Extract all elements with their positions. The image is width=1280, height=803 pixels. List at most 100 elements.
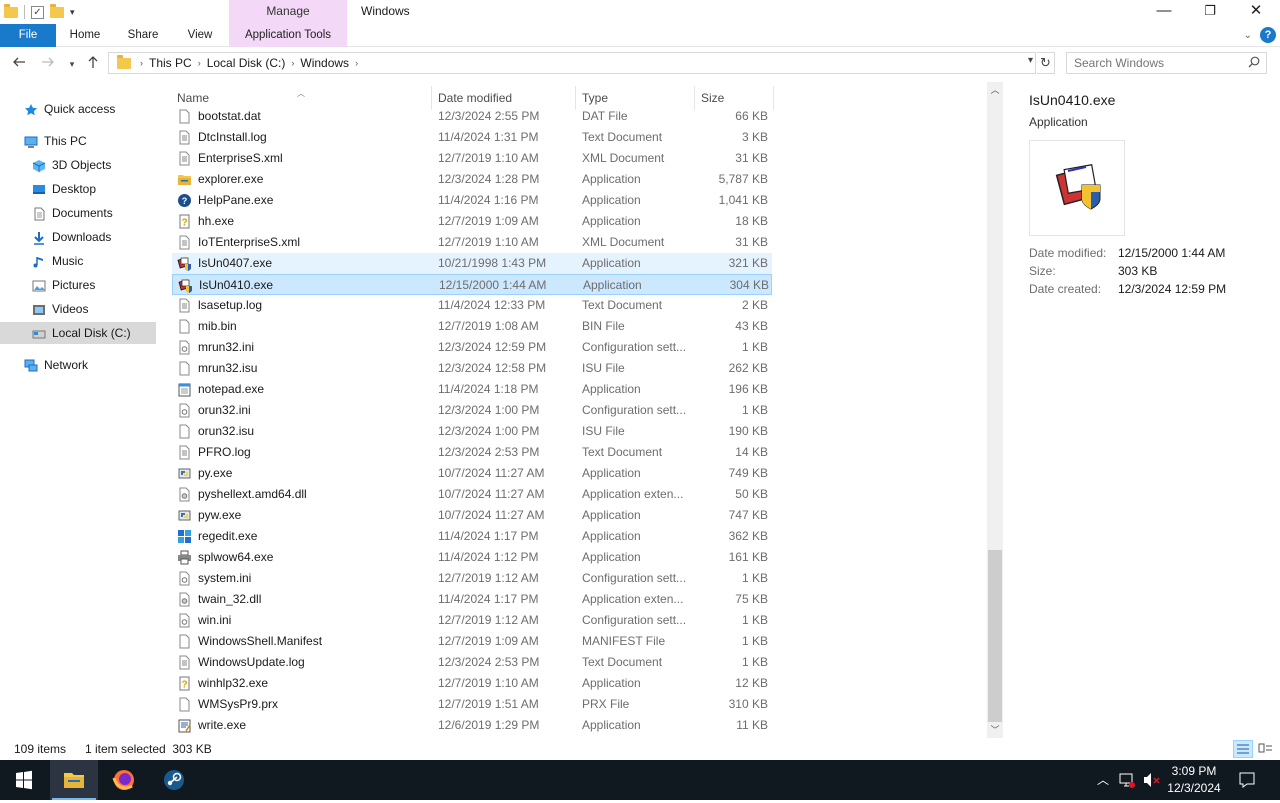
nav-item-music[interactable]: Music [32,250,83,272]
close-button[interactable]: ✕ [1233,0,1279,24]
breadcrumb-windows[interactable]: Windows [297,56,352,70]
chevron-right-icon[interactable]: › [352,58,361,68]
large-icons-view-button[interactable] [1256,740,1276,758]
nav-item-videos[interactable]: Videos [32,298,88,320]
file-row[interactable]: DtcInstall.log 11/4/2024 1:31 PM Text Docu… [172,127,772,148]
chevron-right-icon[interactable]: › [288,58,297,68]
nav-item-downloads[interactable]: Downloads [32,226,111,248]
file-row[interactable]: win.ini 12/7/2019 1:12 AM Configuration se… [172,610,772,631]
nav-item-this-pc[interactable]: This PC [24,130,87,152]
minimize-button[interactable]: — [1141,0,1187,24]
file-row[interactable]: orun32.ini 12/3/2024 1:00 PM Configuration… [172,400,772,421]
file-type: Configuration sett... [582,340,687,354]
text-file-icon [177,130,192,145]
file-row[interactable]: ? hh.exe 12/7/2019 1:09 AM Application 18 KB [172,211,772,232]
file-row[interactable]: py.exe 10/7/2024 11:27 AM Application 749 K… [172,463,772,484]
nav-item-network[interactable]: Network [24,354,88,376]
file-row[interactable]: IoTEnterpriseS.xml 12/7/2019 1:10 AM XML D… [172,232,772,253]
refresh-button[interactable]: ↻ [1037,52,1055,74]
recent-locations-button[interactable]: ▾ [62,54,82,74]
svg-text:?: ? [181,218,187,229]
file-name: mib.bin [198,319,237,333]
customize-toolbar-icon[interactable]: ▾ [70,7,75,18]
tab-share[interactable]: Share [116,24,170,47]
address-history-dropdown[interactable]: ▾ [1028,55,1033,66]
file-row[interactable]: mib.bin 12/7/2019 1:08 AM BIN File 43 KB [172,316,772,337]
nav-item-3d-objects[interactable]: 3D Objects [32,154,111,176]
tab-view[interactable]: View [174,24,226,47]
file-name: orun32.ini [198,403,251,417]
breadcrumb-this-pc[interactable]: This PC [146,56,195,70]
file-row[interactable]: regedit.exe 11/4/2024 1:17 PM Application 3… [172,526,772,547]
file-row[interactable]: system.ini 12/7/2019 1:12 AM Configuration… [172,568,772,589]
scrollbar-thumb[interactable] [988,550,1002,722]
file-row[interactable]: WMSysPr9.prx 12/7/2019 1:51 AM PRX File 310… [172,694,772,715]
preview-file-name: IsUn0410.exe [1029,92,1116,108]
file-row[interactable]: ? winhlp32.exe 12/7/2019 1:10 AM Applicatio… [172,673,772,694]
nav-item-quick-access[interactable]: Quick access [24,98,115,120]
address-bar[interactable]: › This PC › Local Disk (C:) › Windows › … [108,52,1036,74]
prop-value-date-modified: 12/15/2000 1:44 AM [1118,246,1226,260]
file-row[interactable]: ? HelpPane.exe 11/4/2024 1:16 PM Applicatio… [172,190,772,211]
chevron-right-icon[interactable]: › [137,58,146,68]
chevron-right-icon[interactable]: › [195,58,204,68]
file-row[interactable]: pyshellext.amd64.dll 10/7/2024 11:27 AM Ap… [172,484,772,505]
network-status-button[interactable] [1116,760,1138,800]
nav-item-documents[interactable]: Documents [32,202,113,224]
show-hidden-icons-button[interactable]: ︿ [1094,760,1112,800]
help-icon[interactable]: ? [1260,27,1276,43]
clock[interactable]: 3:09 PM 12/3/2024 [1166,763,1222,797]
file-row[interactable]: IsUn0407.exe 10/21/1998 1:43 PM Applicatio… [172,253,772,274]
nav-item-local-disk-c[interactable]: Local Disk (C:) [0,322,156,344]
tab-file[interactable]: File [0,24,56,47]
printer-icon [177,550,192,565]
file-row[interactable]: explorer.exe 12/3/2024 1:28 PM Application… [172,169,772,190]
file-name: regedit.exe [198,529,258,543]
breadcrumb-local-disk[interactable]: Local Disk (C:) [204,56,289,70]
details-view-button[interactable] [1233,740,1253,758]
desktop-icon [32,182,46,196]
taskbar-steam[interactable] [150,760,198,800]
up-button[interactable] [83,54,103,74]
column-label: Name [177,91,210,105]
file-size: 321 KB [728,256,768,270]
file-row[interactable]: mrun32.isu 12/3/2024 12:58 PM ISU File 262 … [172,358,772,379]
expand-ribbon-icon[interactable]: ⌄ [1244,30,1252,41]
scroll-up-arrow-icon[interactable]: ︿ [987,82,1003,98]
file-row[interactable]: twain_32.dll 11/4/2024 1:17 PM Application… [172,589,772,610]
file-row[interactable]: bootstat.dat 12/3/2024 2:55 PM DAT File 66 … [172,106,772,127]
search-box[interactable] [1066,52,1267,74]
file-row[interactable]: pyw.exe 10/7/2024 11:27 AM Application 747 … [172,505,772,526]
scroll-down-arrow-icon[interactable]: ﹀ [987,722,1003,738]
file-row[interactable]: WindowsShell.Manifest 12/7/2019 1:09 AM MA… [172,631,772,652]
properties-icon[interactable]: ✓ [31,5,44,19]
nav-item-desktop[interactable]: Desktop [32,178,96,200]
file-date-modified: 11/4/2024 1:12 PM [438,550,539,564]
tab-application-tools[interactable]: Application Tools [229,24,347,47]
volume-button[interactable] [1140,760,1162,800]
forward-button[interactable] [38,54,58,74]
file-row[interactable]: orun32.isu 12/3/2024 1:00 PM ISU File 190 K… [172,421,772,442]
file-row[interactable]: mrun32.ini 12/3/2024 12:59 PM Configuratio… [172,337,772,358]
file-row[interactable]: write.exe 12/6/2019 1:29 PM Application 11 … [172,715,772,736]
tab-home[interactable]: Home [58,24,112,47]
file-row[interactable]: notepad.exe 11/4/2024 1:18 PM Application 1… [172,379,772,400]
taskbar-file-explorer[interactable] [50,760,98,800]
file-date-modified: 12/3/2024 12:58 PM [438,361,547,375]
file-row[interactable]: PFRO.log 12/3/2024 2:53 PM Text Document 14… [172,442,772,463]
back-button[interactable] [9,54,29,74]
file-row[interactable]: WindowsUpdate.log 12/3/2024 2:53 PM Text D… [172,652,772,673]
taskbar-firefox[interactable] [100,760,148,800]
file-row[interactable]: EnterpriseS.xml 12/7/2019 1:10 AM XML Docu… [172,148,772,169]
file-row[interactable]: IsUn0410.exe 12/15/2000 1:44 AM Applicatio… [172,274,772,295]
file-row[interactable]: lsasetup.log 11/4/2024 12:33 PM Text Docum… [172,295,772,316]
file-row[interactable]: splwow64.exe 11/4/2024 1:12 PM Application… [172,547,772,568]
action-center-button[interactable] [1234,760,1260,800]
search-input[interactable] [1067,53,1237,73]
nav-item-pictures[interactable]: Pictures [32,274,95,296]
new-folder-icon[interactable] [50,3,64,18]
start-button[interactable] [0,760,48,800]
file-type: Application exten... [582,487,684,501]
vertical-scrollbar[interactable]: ︿ ﹀ [987,82,1003,738]
maximize-button[interactable]: ❐ [1187,0,1233,24]
